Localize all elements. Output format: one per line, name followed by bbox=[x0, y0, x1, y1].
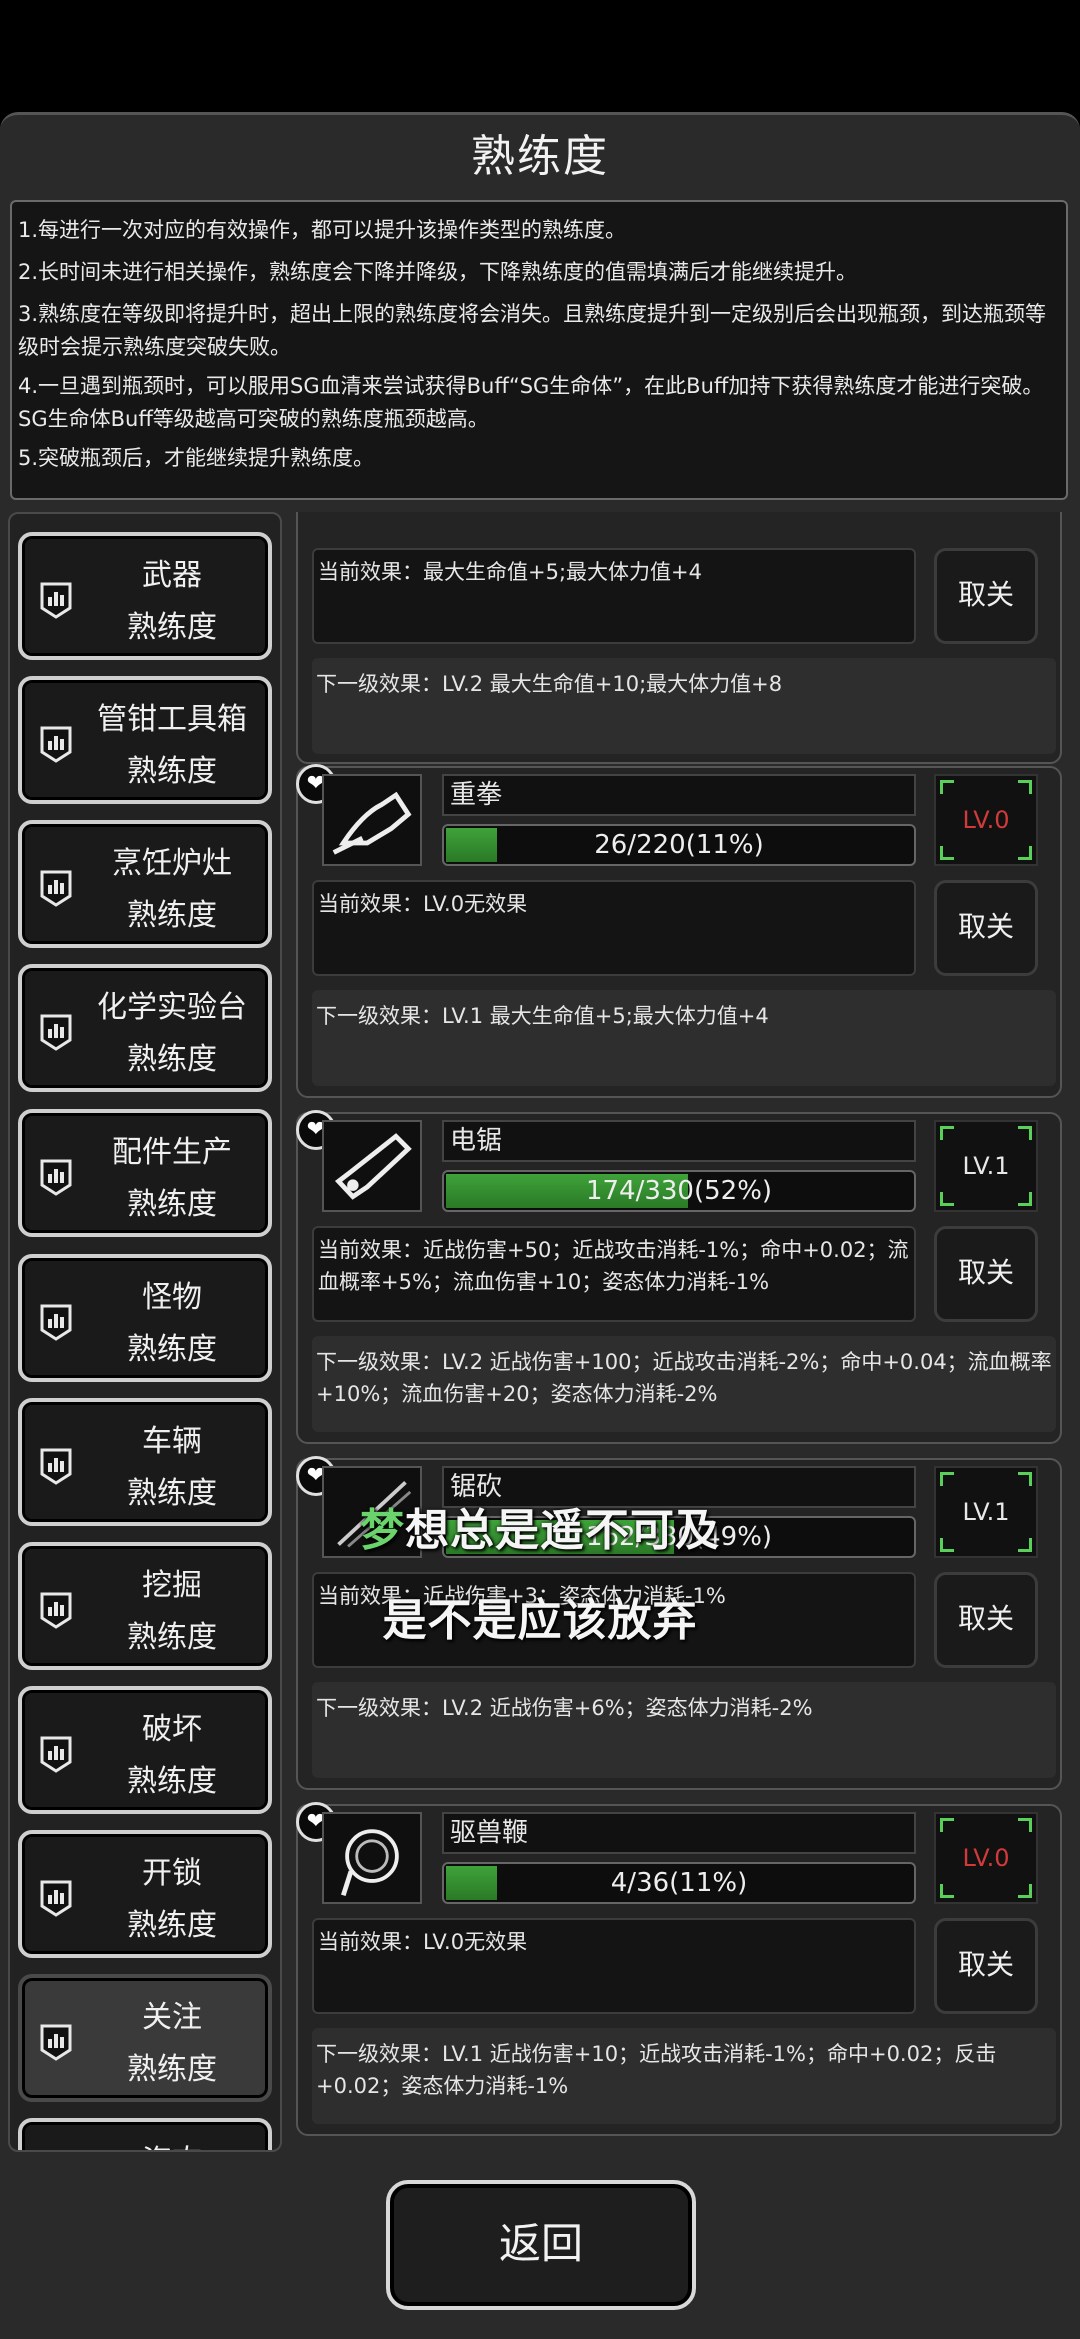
proficiency-badge-icon bbox=[40, 726, 72, 763]
back-button[interactable]: 返回 bbox=[386, 2180, 696, 2310]
sidebar-item-sublabel: 熟练度 bbox=[127, 610, 217, 645]
rules-box: 1.每进行一次对应的有效操作，都可以提升该操作类型的熟练度。 2.长时间未进行相… bbox=[10, 200, 1068, 500]
skill-name: 重拳 bbox=[442, 774, 916, 816]
proficiency-badge-icon bbox=[40, 582, 72, 619]
unfollow-button[interactable]: 取关 bbox=[934, 1226, 1038, 1322]
sidebar-item-label: 怪物 bbox=[142, 1280, 202, 1315]
lyric-line-2: 是不是应该放弃 bbox=[382, 1595, 698, 1646]
lyric-highlight: 梦 bbox=[360, 1505, 405, 1556]
proficiency-badge-icon bbox=[40, 1448, 72, 1485]
proficiency-badge-icon bbox=[40, 2024, 72, 2061]
sidebar-item[interactable]: 破坏 熟练度 bbox=[18, 1686, 272, 1814]
page-title: 熟练度 bbox=[471, 131, 609, 182]
progress-bar: 174/330(52%) bbox=[442, 1170, 916, 1212]
sidebar-item-label: 开锁 bbox=[142, 1856, 202, 1891]
sidebar-item[interactable]: 烹饪炉灶 熟练度 bbox=[18, 820, 272, 948]
sidebar-item-sublabel: 熟练度 bbox=[127, 1187, 217, 1222]
sidebar-item-sublabel: 熟练度 bbox=[127, 1332, 217, 1367]
unfollow-button[interactable]: 取关 bbox=[934, 880, 1038, 976]
proficiency-badge-icon bbox=[40, 1880, 72, 1917]
rule-text: 3.熟练度在等级即将提升时，超出上限的熟练度将会消失。且熟练度提升到一定级别后会… bbox=[18, 302, 1047, 359]
skill-name: 驱兽鞭 bbox=[442, 1812, 916, 1854]
rule-text: 4.一旦遇到瓶颈时，可以服用SG血清来尝试获得Buff“SG生命体”，在此Buf… bbox=[18, 374, 1044, 431]
current-effect: 当前效果：LV.0无效果 bbox=[312, 880, 916, 976]
level-text: LV.1 bbox=[962, 1152, 1010, 1180]
progress-bar: 4/36(11%) bbox=[442, 1862, 916, 1904]
level-badge: LV.0 bbox=[934, 774, 1038, 866]
sidebar-item[interactable]: 关注 熟练度 bbox=[18, 1974, 272, 2102]
sidebar-item-sublabel: 熟练度 bbox=[127, 1764, 217, 1799]
skill-name: 电锯 bbox=[442, 1120, 916, 1162]
sidebar-item-sublabel: 熟练度 bbox=[127, 1042, 217, 1077]
proficiency-card: ❤ 驱兽鞭 4/36(11%) LV.0 当前效果：LV.0无效果 取关 下一级效果：LV.… bbox=[296, 1802, 1062, 2136]
sidebar-item[interactable]: 配件生产 熟练度 bbox=[18, 1109, 272, 1237]
level-text: LV.0 bbox=[962, 806, 1010, 834]
skill-image bbox=[322, 1120, 422, 1212]
sidebar-item-sublabel: 熟练度 bbox=[127, 2052, 217, 2087]
progress-text: 174/330(52%) bbox=[585, 1176, 773, 1206]
heavy-punch-icon bbox=[332, 791, 412, 855]
proficiency-card-partial: 当前效果：最大生命值+5;最大体力值+4 取关 下一级效果：LV.2 最大生命值… bbox=[296, 512, 1062, 764]
current-effect: 当前效果：近战伤害+50；近战攻击消耗-1%；命中+0.02；流血概率+5%；流… bbox=[312, 1226, 916, 1322]
sidebar-item-label: 姿态 bbox=[72, 2136, 272, 2150]
next-effect: 下一级效果：LV.2 最大生命值+10;最大体力值+8 bbox=[312, 658, 1056, 754]
category-sidebar[interactable]: 武器 熟练度 管钳工具箱 熟练度 烹饪炉灶 熟练度 化学实验台 熟练度 配件生产 熟练度 怪物 熟练度… bbox=[8, 512, 282, 2152]
proficiency-badge-icon bbox=[40, 1159, 72, 1196]
unfollow-button[interactable]: 取关 bbox=[934, 1918, 1038, 2014]
next-effect: 下一级效果：LV.2 近战伤害+100；近战攻击消耗-2%；命中+0.04；流血… bbox=[312, 1336, 1056, 1432]
sidebar-item-label: 武器 bbox=[142, 558, 202, 593]
sidebar-item[interactable]: 姿态熟练度 bbox=[18, 2118, 272, 2150]
sidebar-item[interactable]: 管钳工具箱 熟练度 bbox=[18, 676, 272, 804]
sidebar-item-label: 车辆 bbox=[142, 1424, 202, 1459]
whip-icon bbox=[341, 1829, 399, 1897]
rule-text: 2.长时间未进行相关操作，熟练度会下降并降级，下降熟练度的值需填满后才能继续提升… bbox=[18, 260, 858, 284]
proficiency-badge-icon bbox=[40, 1304, 72, 1341]
proficiency-card: ❤ 重拳 26/220(11%) LV.0 当前效果：LV.0无效果 取关 下一级效果：LV… bbox=[296, 764, 1062, 1098]
next-effect: 下一级效果：LV.2 近战伤害+6%；姿态体力消耗-2% bbox=[312, 1682, 1056, 1778]
sidebar-item[interactable]: 武器 熟练度 bbox=[18, 532, 272, 660]
proficiency-badge-icon bbox=[40, 870, 72, 907]
sidebar-item-label: 配件生产 bbox=[112, 1135, 232, 1170]
level-badge: LV.0 bbox=[934, 1812, 1038, 1904]
level-text: LV.0 bbox=[962, 1844, 1010, 1872]
proficiency-list[interactable]: 当前效果：最大生命值+5;最大体力值+4 取关 下一级效果：LV.2 最大生命值… bbox=[296, 512, 1070, 2152]
sidebar-item-label: 管钳工具箱 bbox=[97, 702, 247, 737]
sidebar-item-label: 烹饪炉灶 bbox=[112, 846, 232, 881]
progress-text: 4/36(11%) bbox=[610, 1868, 748, 1898]
unfollow-button[interactable]: 取关 bbox=[934, 548, 1038, 644]
skill-image bbox=[322, 774, 422, 866]
proficiency-badge-icon bbox=[40, 1736, 72, 1773]
proficiency-card: ❤ 电锯 174/330(52%) LV.1 当前效果：近战伤害+50；近战攻击消耗-1… bbox=[296, 1110, 1062, 1444]
rule-text: 1.每进行一次对应的有效操作，都可以提升该操作类型的熟练度。 bbox=[18, 218, 627, 242]
sidebar-item[interactable]: 开锁 熟练度 bbox=[18, 1830, 272, 1958]
next-effect: 下一级效果：LV.1 近战伤害+10；近战攻击消耗-1%；命中+0.02；反击+… bbox=[312, 2028, 1056, 2124]
progress-text: 26/220(11%) bbox=[594, 830, 764, 860]
lyric-text: 想总是遥不可及 bbox=[405, 1505, 720, 1556]
rule-text: 5.突破瓶颈后，才能继续提升熟练度。 bbox=[18, 446, 375, 470]
sidebar-item-label: 关注 bbox=[142, 2000, 202, 2035]
sidebar-item-label: 破坏 bbox=[142, 1712, 202, 1747]
sidebar-item[interactable]: 怪物 熟练度 bbox=[18, 1254, 272, 1382]
sidebar-item-sublabel: 熟练度 bbox=[127, 1908, 217, 1943]
sidebar-item-sublabel: 熟练度 bbox=[127, 754, 217, 789]
chainsaw-icon bbox=[334, 1133, 412, 1200]
lyric-line-1: 梦想总是遥不可及 bbox=[0, 1494, 1080, 1558]
skill-image bbox=[322, 1812, 422, 1904]
sidebar-item-label: 化学实验台 bbox=[97, 990, 247, 1025]
current-effect: 当前效果：LV.0无效果 bbox=[312, 1918, 916, 2014]
next-effect: 下一级效果：LV.1 最大生命值+5;最大体力值+4 bbox=[312, 990, 1056, 1086]
current-effect: 当前效果：最大生命值+5;最大体力值+4 bbox=[312, 548, 916, 644]
level-badge: LV.1 bbox=[934, 1120, 1038, 1212]
sidebar-item[interactable]: 化学实验台 熟练度 bbox=[18, 964, 272, 1092]
proficiency-badge-icon bbox=[40, 1014, 72, 1051]
sidebar-item-sublabel: 熟练度 bbox=[127, 898, 217, 933]
progress-bar: 26/220(11%) bbox=[442, 824, 916, 866]
